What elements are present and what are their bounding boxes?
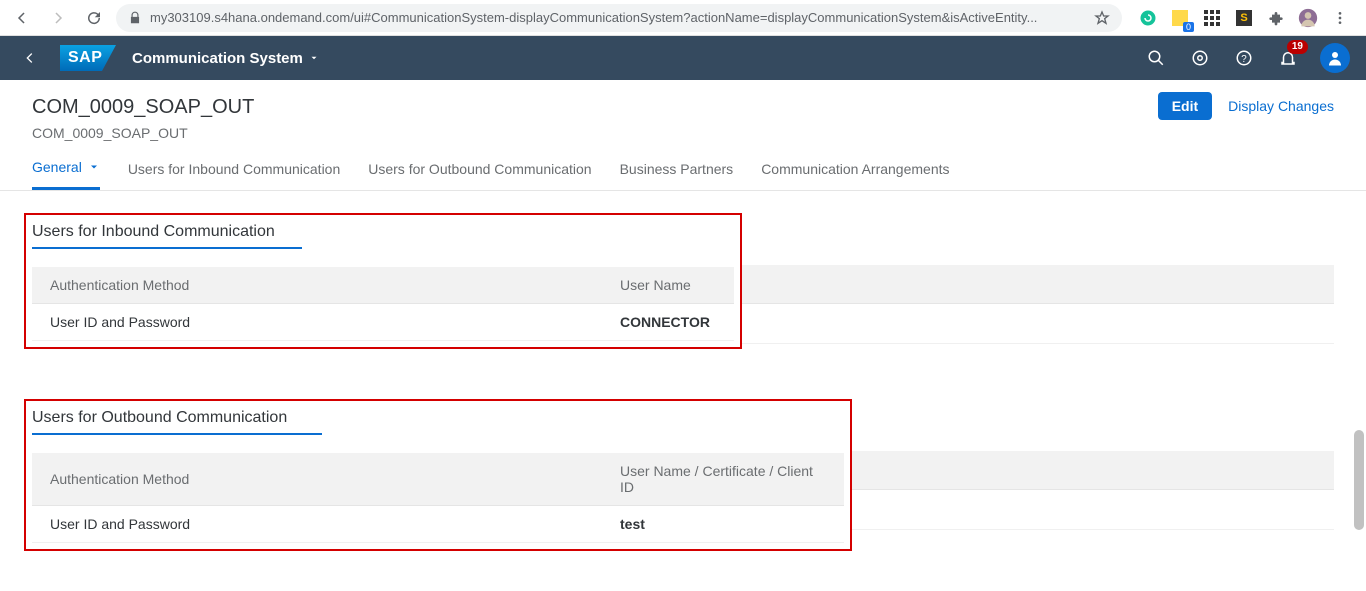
table-row[interactable]: User ID and Password test xyxy=(32,506,844,543)
tab-label: Users for Outbound Communication xyxy=(368,161,591,177)
browser-extensions: 0 S xyxy=(1130,8,1358,28)
section-outbound-users: Users for Outbound Communication Authent… xyxy=(32,399,1334,551)
highlight-box-outbound: Users for Outbound Communication Authent… xyxy=(24,399,852,551)
browser-url-bar[interactable]: my303109.s4hana.ondemand.com/ui#Communic… xyxy=(116,4,1122,32)
shell-app-title-text: Communication System xyxy=(132,50,303,67)
shell-app-title[interactable]: Communication System xyxy=(132,50,319,67)
browser-toolbar: my303109.s4hana.ondemand.com/ui#Communic… xyxy=(0,0,1366,36)
object-header: COM_0009_SOAP_OUT COM_0009_SOAP_OUT Edit… xyxy=(0,80,1366,141)
star-icon[interactable] xyxy=(1094,10,1110,26)
table-row[interactable]: User ID and Password CONNECTOR xyxy=(32,304,734,341)
url-text: my303109.s4hana.ondemand.com/ui#Communic… xyxy=(150,10,1086,25)
help-icon[interactable]: ? xyxy=(1232,46,1256,70)
browser-forward-button[interactable] xyxy=(44,4,72,32)
table-header-auth: Authentication Method xyxy=(32,453,602,506)
tab-comm-arrangements[interactable]: Communication Arrangements xyxy=(761,159,949,190)
display-changes-link[interactable]: Display Changes xyxy=(1228,98,1334,114)
copilot-icon[interactable] xyxy=(1188,46,1212,70)
extensions-puzzle-icon[interactable] xyxy=(1266,8,1286,28)
inbound-users-table: Authentication Method User Name User ID … xyxy=(32,267,734,341)
chevron-down-icon xyxy=(88,161,100,173)
cell-auth: User ID and Password xyxy=(32,304,602,341)
tab-strip: General Users for Inbound Communication … xyxy=(0,141,1366,191)
tab-general[interactable]: General xyxy=(32,159,100,190)
scrollbar-thumb[interactable] xyxy=(1354,430,1364,530)
tab-business-partners[interactable]: Business Partners xyxy=(620,159,734,190)
tab-outbound-users[interactable]: Users for Outbound Communication xyxy=(368,159,591,190)
section-title: Users for Inbound Communication xyxy=(32,223,275,249)
table-header-auth: Authentication Method xyxy=(32,267,602,304)
cell-auth: User ID and Password xyxy=(32,506,602,543)
user-avatar[interactable] xyxy=(1320,43,1350,73)
section-inbound-users: Users for Inbound Communication Authenti… xyxy=(32,213,1334,349)
lock-icon xyxy=(128,11,142,25)
notification-badge: 19 xyxy=(1287,40,1308,54)
shell-header: SAP Communication System ? 19 xyxy=(0,36,1366,80)
browser-reload-button[interactable] xyxy=(80,4,108,32)
shell-back-button[interactable] xyxy=(16,44,44,72)
ext-icon-yellow[interactable]: 0 xyxy=(1170,8,1190,28)
edit-button[interactable]: Edit xyxy=(1158,92,1212,120)
tab-inbound-users[interactable]: Users for Inbound Communication xyxy=(128,159,340,190)
browser-back-button[interactable] xyxy=(8,4,36,32)
chevron-down-icon xyxy=(309,53,319,63)
outbound-users-table: Authentication Method User Name / Certif… xyxy=(32,453,844,543)
ext-icon-s[interactable]: S xyxy=(1234,8,1254,28)
notification-icon[interactable]: 19 xyxy=(1276,46,1300,70)
tab-label: Communication Arrangements xyxy=(761,161,949,177)
highlight-box-inbound: Users for Inbound Communication Authenti… xyxy=(24,213,742,349)
page-content: COM_0009_SOAP_OUT COM_0009_SOAP_OUT Edit… xyxy=(0,80,1366,591)
browser-menu-icon[interactable] xyxy=(1330,8,1350,28)
grammarly-ext-icon[interactable] xyxy=(1138,8,1158,28)
search-icon[interactable] xyxy=(1144,46,1168,70)
profile-avatar-icon[interactable] xyxy=(1298,8,1318,28)
table-header-user: User Name xyxy=(602,267,734,304)
page-title: COM_0009_SOAP_OUT xyxy=(32,96,1334,119)
section-title: Users for Outbound Communication xyxy=(32,409,287,435)
ext-badge: 0 xyxy=(1183,22,1194,32)
ext-icon-grid[interactable] xyxy=(1202,8,1222,28)
sap-logo[interactable]: SAP xyxy=(60,45,116,71)
page-subtitle: COM_0009_SOAP_OUT xyxy=(32,125,1334,141)
cell-user: CONNECTOR xyxy=(602,304,734,341)
table-header-user: User Name / Certificate / Client ID xyxy=(602,453,844,506)
cell-user: test xyxy=(602,506,844,543)
tab-label: Users for Inbound Communication xyxy=(128,161,340,177)
tab-label: General xyxy=(32,159,82,175)
svg-text:?: ? xyxy=(1241,54,1247,65)
tab-label: Business Partners xyxy=(620,161,734,177)
